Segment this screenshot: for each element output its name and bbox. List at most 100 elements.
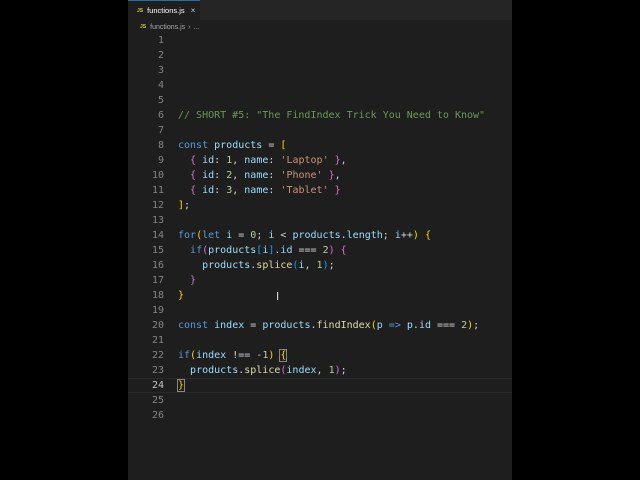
code-token: , — [340, 155, 347, 166]
code-editor: JS functions.js × JS functions.js › ... … — [128, 0, 512, 480]
code-token: { — [424, 230, 431, 241]
code-line[interactable]: 26 — [128, 408, 512, 423]
code-token: if — [190, 245, 203, 256]
line-code: ]; — [178, 198, 190, 213]
code-token: === — [292, 245, 323, 256]
line-number: 13 — [151, 215, 164, 226]
code-token: < — [274, 230, 293, 241]
code-line[interactable]: 1 — [128, 33, 512, 48]
code-token: 'Laptop' — [280, 155, 329, 166]
code-token: // SHORT #5: "The FindIndex Trick You Ne… — [178, 110, 486, 121]
tab-label: functions.js — [147, 6, 185, 15]
code-line[interactable]: 9 { id: 1, name: 'Laptop' }, — [128, 153, 512, 168]
code-token: ; — [256, 230, 269, 241]
line-code: // SHORT #5: "The FindIndex Trick You Ne… — [178, 108, 485, 123]
code-token: findIndex — [316, 320, 371, 331]
code-token: === — [430, 320, 462, 331]
code-line[interactable]: 20 const index = products.findIndex(p => … — [128, 318, 512, 333]
code-line[interactable]: 2 — [128, 48, 512, 63]
code-token: name — [244, 170, 269, 181]
code-token: ; — [328, 260, 335, 271]
code-token: } — [178, 290, 185, 301]
breadcrumb-more[interactable]: ... — [194, 24, 200, 31]
code-line[interactable]: 24} — [128, 378, 512, 393]
breadcrumb: JS functions.js › ... — [140, 21, 199, 33]
code-token: : — [214, 155, 227, 166]
line-number: 6 — [157, 110, 164, 121]
code-line[interactable]: 3 — [128, 63, 512, 78]
line-number: 14 — [151, 230, 164, 241]
code-line[interactable]: 8 const products = [ — [128, 138, 512, 153]
code-line[interactable]: 18} — [128, 288, 512, 303]
code-line[interactable]: 14 for(let i = 0; i < products.length; i+… — [128, 228, 512, 243]
code-token: id — [202, 155, 215, 166]
line-number: 2 — [157, 50, 164, 61]
code-token: !== — [226, 350, 257, 361]
code-area[interactable]: 1 2 3 4 5 6 // SHORT #5: "The FindIndex Trick … — [128, 33, 512, 423]
code-token: products — [202, 260, 251, 271]
line-code: if(products[i].id === 2) { — [178, 243, 347, 258]
code-token: : — [268, 185, 281, 196]
code-line[interactable]: 21 — [128, 333, 512, 348]
code-line[interactable]: 4 — [128, 78, 512, 93]
line-number: 21 — [151, 335, 164, 346]
close-icon[interactable]: × — [191, 6, 196, 15]
tab-functions-js[interactable]: JS functions.js × — [128, 0, 200, 20]
code-line[interactable]: 23 products.splice(index, 1); — [128, 363, 512, 378]
code-token: splice — [256, 260, 293, 271]
code-token: = — [244, 320, 263, 331]
code-token: => — [388, 320, 401, 331]
code-token: products — [262, 320, 311, 331]
code-line[interactable]: 11 { id: 3, name: 'Tablet' } — [128, 183, 512, 198]
code-line[interactable]: 25 — [128, 393, 512, 408]
code-line[interactable]: 17 } — [128, 273, 512, 288]
code-token: name — [244, 155, 269, 166]
line-number: 10 — [151, 170, 164, 181]
code-token: : — [268, 170, 281, 181]
code-line[interactable]: 7 — [128, 123, 512, 138]
code-token: index — [286, 365, 317, 376]
code-token: = — [262, 140, 281, 151]
code-token: splice — [244, 365, 281, 376]
code-line[interactable]: 16 products.splice(i, 1); — [128, 258, 512, 273]
code-token: ; — [340, 365, 347, 376]
code-token: -1 — [256, 350, 269, 361]
code-token: , — [304, 260, 317, 271]
line-code: for(let i = 0; i < products.length; i++)… — [178, 228, 431, 243]
code-token: , — [334, 170, 341, 181]
line-number: 7 — [157, 125, 164, 136]
line-code: } — [178, 273, 196, 288]
code-token: } — [176, 379, 186, 392]
chevron-right-icon: › — [188, 23, 191, 31]
line-number: 1 — [157, 35, 164, 46]
code-token: : — [214, 185, 227, 196]
code-line[interactable]: 22 if(index !== -1) { — [128, 348, 512, 363]
code-line[interactable]: 15 if(products[i].id === 2) { — [128, 243, 512, 258]
code-token: length — [346, 230, 383, 241]
line-number: 17 — [151, 275, 164, 286]
code-token: = — [232, 230, 251, 241]
line-code: } — [176, 378, 186, 393]
code-line[interactable]: 5 — [128, 93, 512, 108]
code-token: if — [178, 350, 191, 361]
code-token: : — [214, 170, 227, 181]
line-number: 24 — [151, 380, 164, 391]
code-line[interactable]: 13 — [128, 213, 512, 228]
javascript-file-icon: JS — [137, 7, 144, 14]
line-code: if(index !== -1) { — [178, 348, 288, 363]
code-line[interactable]: 6 // SHORT #5: "The FindIndex Trick You N… — [128, 108, 512, 123]
code-line[interactable]: 19 — [128, 303, 512, 318]
line-number: 15 — [151, 245, 164, 256]
code-line[interactable]: 10 { id: 2, name: 'Phone' }, — [128, 168, 512, 183]
breadcrumb-file[interactable]: functions.js — [150, 24, 185, 31]
code-line[interactable]: 12]; — [128, 198, 512, 213]
code-token: products — [214, 140, 263, 151]
text-cursor-icon: I — [276, 290, 280, 303]
code-token: ; — [382, 230, 395, 241]
code-token: const — [178, 140, 209, 151]
